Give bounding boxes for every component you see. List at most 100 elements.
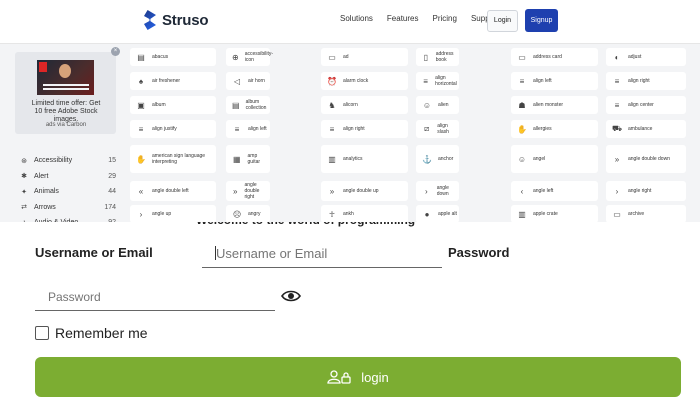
icon-tile[interactable]: ▤ album collection (226, 96, 270, 114)
icon-tile[interactable]: ☺ alien (416, 96, 459, 114)
icon-tile[interactable]: ▦ amp guitar (226, 145, 270, 173)
tile-label: align horizontal (435, 75, 457, 87)
sidebar-item-label: Arrows (34, 203, 56, 211)
category-list: ⊛ Accessibility 15 ✱ Alert 29 ✦ Animals … (20, 153, 116, 231)
tile-glyph-icon: › (139, 209, 143, 219)
icon-tile[interactable]: ≡ align right (606, 72, 686, 90)
icon-tile[interactable]: › angle up (130, 205, 216, 223)
icon-tile[interactable]: ▭ archive (606, 205, 686, 223)
tile-glyph-icon: ▯ (423, 52, 429, 62)
password-input[interactable] (35, 283, 275, 311)
icon-tile[interactable]: » angle double up (321, 181, 408, 201)
tile-glyph-icon: ♠ (138, 76, 144, 86)
sidebar-item-label: Animals (34, 188, 59, 196)
animals-icon: ✦ (21, 188, 27, 196)
icon-tile[interactable]: ≡ align left (511, 72, 598, 90)
tile-glyph-icon: ☗ (518, 100, 526, 110)
arrows-icon: ⇄ (21, 204, 27, 212)
ad-via[interactable]: ads via Carbon (30, 122, 102, 128)
icon-tile[interactable]: ▣ album (130, 96, 216, 114)
user-lock-icon (327, 370, 351, 384)
icon-tile[interactable]: ● apple alt (416, 205, 459, 223)
tile-glyph-icon: ⚓ (422, 154, 432, 164)
icon-tile[interactable]: ▥ analytics (321, 145, 408, 173)
username-input[interactable] (202, 240, 442, 268)
icon-tile[interactable]: ☥ ankh (321, 205, 408, 223)
icon-tile[interactable]: ♠ air freshener (130, 72, 216, 90)
icon-tile[interactable]: ▥ apple crate (511, 205, 598, 223)
tile-label: analytics (343, 156, 363, 162)
tile-glyph-icon: ▤ (137, 52, 145, 62)
tile-label: align left (248, 126, 267, 132)
icon-tile[interactable]: ✋ allergies (511, 120, 598, 138)
icon-tile[interactable]: ☺ angel (511, 145, 598, 173)
icon-tile[interactable]: ☗ alien monster (511, 96, 598, 114)
icon-tile[interactable]: ▭ ad (321, 48, 408, 66)
header-login-button[interactable]: Login (487, 10, 518, 32)
icon-tile[interactable]: ≡ align left (226, 120, 270, 138)
tile-label: align left (533, 78, 552, 84)
icon-tile[interactable]: ≡ align center (606, 96, 686, 114)
tile-glyph-icon: ‹ (520, 186, 524, 196)
tile-glyph-icon: ▭ (613, 209, 621, 219)
main-nav: Solutions Features Pricing Support (340, 14, 499, 23)
nav-solutions[interactable]: Solutions (340, 14, 373, 23)
tile-label: angle up (152, 211, 172, 217)
icon-tile[interactable]: ⛟ ambulance (606, 120, 686, 138)
tile-glyph-icon: « (138, 186, 144, 196)
tile-glyph-icon: ◐ (614, 52, 620, 62)
sidebar-item-animals[interactable]: ✦ Animals 44 (20, 184, 116, 200)
icon-tile[interactable]: ⊕ accessibility-icon (226, 48, 273, 66)
icon-tile[interactable]: ⏰ alarm clock (321, 72, 408, 90)
icon-tile[interactable]: ▯ address book (416, 48, 459, 66)
nav-pricing[interactable]: Pricing (433, 14, 457, 23)
tile-label: alarm clock (343, 78, 369, 84)
icon-tile[interactable]: » angle double down (606, 145, 686, 173)
icon-tile[interactable]: ≡ align horizontal (416, 72, 459, 90)
sidebar-item-arrows[interactable]: ⇄ Arrows 174 (20, 200, 116, 216)
tile-glyph-icon: ⛟ (612, 124, 623, 133)
icon-grid: ▤ abacus ⊕ accessibility-icon ▭ ad ▯ address bo… (130, 48, 700, 223)
icon-tile[interactable]: ⧄ align slash (416, 120, 459, 138)
remember-me[interactable]: Remember me (35, 325, 148, 341)
icon-tile[interactable]: ◁ air horn (226, 72, 270, 90)
icon-tile[interactable]: ⚓ anchor (416, 145, 459, 173)
eye-icon[interactable] (281, 290, 301, 302)
brand-logo[interactable]: Struso (142, 8, 209, 32)
icon-tile[interactable]: ▭ address card (511, 48, 598, 66)
tile-glyph-icon: ▭ (328, 52, 336, 62)
sidebar-item-accessibility[interactable]: ⊛ Accessibility 15 (20, 153, 116, 169)
ad-text[interactable]: Limited time offer: Get 10 free Adobe St… (30, 100, 102, 124)
tile-glyph-icon: ☥ (329, 209, 335, 219)
tile-label: ad (343, 54, 349, 60)
tile-label: apple crate (533, 211, 558, 217)
nav-features[interactable]: Features (387, 14, 419, 23)
tile-label: angle left (533, 188, 554, 194)
icon-tile[interactable]: ◐ adjust (606, 48, 686, 66)
icon-tile[interactable]: › angle right (606, 181, 686, 201)
icon-tile[interactable]: ☹ angry (226, 205, 270, 223)
icon-tile[interactable]: › angle down (416, 181, 459, 201)
icon-tile[interactable]: ♞ alicorn (321, 96, 408, 114)
tile-label: address card (533, 54, 562, 60)
accessibility-icon: ⊛ (21, 157, 27, 165)
login-submit-button[interactable]: login (35, 357, 681, 397)
icon-tile[interactable]: » angle double right (226, 181, 270, 201)
tile-glyph-icon: ≡ (614, 76, 620, 86)
ad-close-icon[interactable]: × (111, 47, 120, 56)
sidebar-item-label: Accessibility (34, 157, 73, 165)
icon-tile[interactable]: ≡ align justify (130, 120, 216, 138)
tile-label: air freshener (152, 78, 181, 84)
tile-glyph-icon: ☺ (517, 154, 527, 164)
sidebar-item-alert[interactable]: ✱ Alert 29 (20, 169, 116, 185)
ad-image[interactable] (37, 60, 94, 95)
icon-tile[interactable]: « angle double left (130, 181, 216, 201)
header-signup-button[interactable]: Signup (525, 9, 558, 32)
icon-tile[interactable]: ≡ align right (321, 120, 408, 138)
tile-label: archive (628, 211, 645, 217)
remember-me-checkbox[interactable] (35, 326, 49, 340)
icon-tile[interactable]: ▤ abacus (130, 48, 216, 66)
icon-tile[interactable]: ‹ angle left (511, 181, 598, 201)
icon-tile[interactable]: ✋ american sign language interpreting (130, 145, 216, 173)
tile-label: air horn (248, 78, 265, 84)
